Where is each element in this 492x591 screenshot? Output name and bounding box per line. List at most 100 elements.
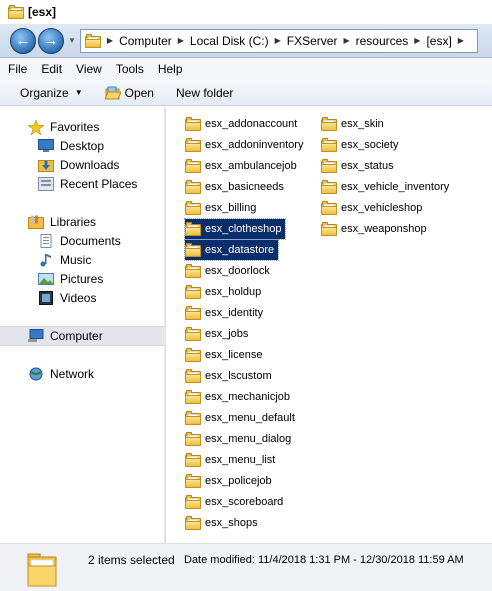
recent-pages-dropdown-icon[interactable]: ▼ xyxy=(68,36,76,45)
computer-icon xyxy=(28,329,44,343)
navigation-bar: ← → ▼ ▶ Computer ▶ Local Disk (C:) ▶ FXS… xyxy=(0,24,492,58)
nav-pane-divider[interactable] xyxy=(164,107,165,543)
folder-item[interactable]: esx_datastore xyxy=(183,239,280,261)
menu-help[interactable]: Help xyxy=(158,62,183,76)
folder-name: esx_jobs xyxy=(205,328,249,340)
folder-item[interactable]: esx_lscustom xyxy=(185,366,276,386)
folder-icon xyxy=(185,222,201,236)
folder-item[interactable]: esx_menu_list xyxy=(185,450,279,470)
window-title: [esx] xyxy=(28,5,57,19)
menu-view[interactable]: View xyxy=(76,62,102,76)
folder-item[interactable]: esx_menu_default xyxy=(185,408,299,428)
folder-item[interactable]: esx_scoreboard xyxy=(185,492,287,512)
breadcrumb-local-disk[interactable]: Local Disk (C:) xyxy=(190,34,269,48)
sidebar-item-network[interactable]: Network xyxy=(0,364,166,384)
folder-name: esx_vehicleshop xyxy=(341,202,423,214)
folder-icon xyxy=(185,264,201,278)
folder-item[interactable]: esx_addonaccount xyxy=(185,114,301,134)
folder-item[interactable]: esx_license xyxy=(185,345,266,365)
folder-item[interactable]: esx_jobs xyxy=(185,324,252,344)
open-button[interactable]: Open xyxy=(103,86,154,100)
new-folder-button[interactable]: New folder xyxy=(176,86,233,100)
sidebar-item-downloads[interactable]: Downloads xyxy=(0,155,166,174)
menu-edit[interactable]: Edit xyxy=(41,62,62,76)
breadcrumb-resources[interactable]: resources xyxy=(356,34,409,48)
folder-item[interactable]: esx_vehicleshop xyxy=(321,198,426,218)
folder-item[interactable]: esx_basicneeds xyxy=(185,177,288,197)
folder-name: esx_menu_list xyxy=(205,454,276,466)
folder-item[interactable]: esx_addoninventory xyxy=(185,135,307,155)
breadcrumb-chevron-icon[interactable]: ▶ xyxy=(178,36,184,45)
sidebar-item-music[interactable]: Music xyxy=(0,250,166,269)
sidebar-item-favorites[interactable]: Favorites xyxy=(0,117,166,137)
recent-places-icon xyxy=(38,176,54,191)
forward-button[interactable]: → xyxy=(38,27,64,54)
back-arrow-icon: ← xyxy=(15,32,31,49)
breadcrumb-chevron-icon[interactable]: ▶ xyxy=(275,36,281,45)
folder-item[interactable]: esx_vehicle_inventory xyxy=(321,177,453,197)
selection-count: 2 items selected xyxy=(88,553,175,567)
folder-icon xyxy=(321,201,337,215)
folder-name: esx_menu_default xyxy=(205,412,295,424)
sidebar-item-libraries[interactable]: Libraries xyxy=(0,212,166,232)
folder-item[interactable]: esx_society xyxy=(321,135,402,155)
folder-item[interactable]: esx_billing xyxy=(185,198,260,218)
folder-item[interactable]: esx_holdup xyxy=(185,282,265,302)
folder-name: esx_addoninventory xyxy=(205,139,304,151)
folder-icon xyxy=(185,348,201,362)
organize-button[interactable]: Organize ▼ xyxy=(20,86,83,100)
folder-icon xyxy=(321,138,337,152)
back-button[interactable]: ← xyxy=(10,27,36,54)
folder-name: esx_scoreboard xyxy=(205,496,284,508)
folder-item[interactable]: esx_mechanicjob xyxy=(185,387,294,407)
folder-item[interactable]: esx_policejob xyxy=(185,471,276,491)
folder-item[interactable]: esx_ambulancejob xyxy=(185,156,301,176)
folder-name: esx_basicneeds xyxy=(205,181,284,193)
sidebar-item-videos[interactable]: Videos xyxy=(0,288,166,307)
folder-item[interactable]: esx_identity xyxy=(185,303,267,323)
folder-icon xyxy=(84,33,101,48)
sidebar-item-computer[interactable]: Computer xyxy=(0,326,166,346)
folder-icon xyxy=(185,159,201,173)
breadcrumb-chevron-icon[interactable]: ▶ xyxy=(107,36,113,45)
folder-name: esx_clotheshop xyxy=(205,223,282,235)
folder-icon xyxy=(185,411,201,425)
sidebar-item-pictures[interactable]: Pictures xyxy=(0,269,166,288)
folder-icon xyxy=(321,180,337,194)
folder-item[interactable]: esx_clotheshop xyxy=(183,218,287,240)
folder-icon xyxy=(185,474,201,488)
folder-icon xyxy=(185,180,201,194)
folder-icon xyxy=(321,159,337,173)
breadcrumb-chevron-icon[interactable]: ▶ xyxy=(414,36,420,45)
address-bar[interactable]: ▶ Computer ▶ Local Disk (C:) ▶ FXServer … xyxy=(79,28,478,53)
breadcrumb-esx[interactable]: [esx] xyxy=(426,34,451,48)
folder-item[interactable]: esx_menu_dialog xyxy=(185,429,295,449)
folder-icon xyxy=(185,369,201,383)
menu-file[interactable]: File xyxy=(8,62,27,76)
folder-name: esx_license xyxy=(205,349,263,361)
sidebar-item-documents[interactable]: Documents xyxy=(0,231,166,250)
folder-name: esx_skin xyxy=(341,118,384,130)
sidebar-item-desktop[interactable]: Desktop xyxy=(0,136,166,155)
folder-item[interactable]: esx_weaponshop xyxy=(321,219,431,239)
menu-tools[interactable]: Tools xyxy=(116,62,144,76)
folder-name: esx_policejob xyxy=(205,475,272,487)
music-note-icon xyxy=(38,253,54,267)
folder-name: esx_shops xyxy=(205,517,258,529)
breadcrumb-computer[interactable]: Computer xyxy=(119,34,172,48)
folder-name: esx_ambulancejob xyxy=(205,160,297,172)
pictures-icon xyxy=(38,272,54,286)
folder-name: esx_society xyxy=(341,139,399,151)
folder-item[interactable]: esx_doorlock xyxy=(185,261,274,281)
breadcrumb-fxserver[interactable]: FXServer xyxy=(287,34,338,48)
folder-icon xyxy=(185,243,201,257)
breadcrumb-chevron-icon[interactable]: ▶ xyxy=(458,36,464,45)
folder-icon xyxy=(185,201,201,215)
folder-name: esx_identity xyxy=(205,307,264,319)
folder-item[interactable]: esx_status xyxy=(321,156,398,176)
sidebar-item-recent-places[interactable]: Recent Places xyxy=(0,174,166,193)
date-modified: Date modified: 11/4/2018 1:31 PM - 12/30… xyxy=(184,554,464,566)
breadcrumb-chevron-icon[interactable]: ▶ xyxy=(343,36,349,45)
folder-item[interactable]: esx_shops xyxy=(185,513,262,533)
folder-item[interactable]: esx_skin xyxy=(321,114,388,134)
